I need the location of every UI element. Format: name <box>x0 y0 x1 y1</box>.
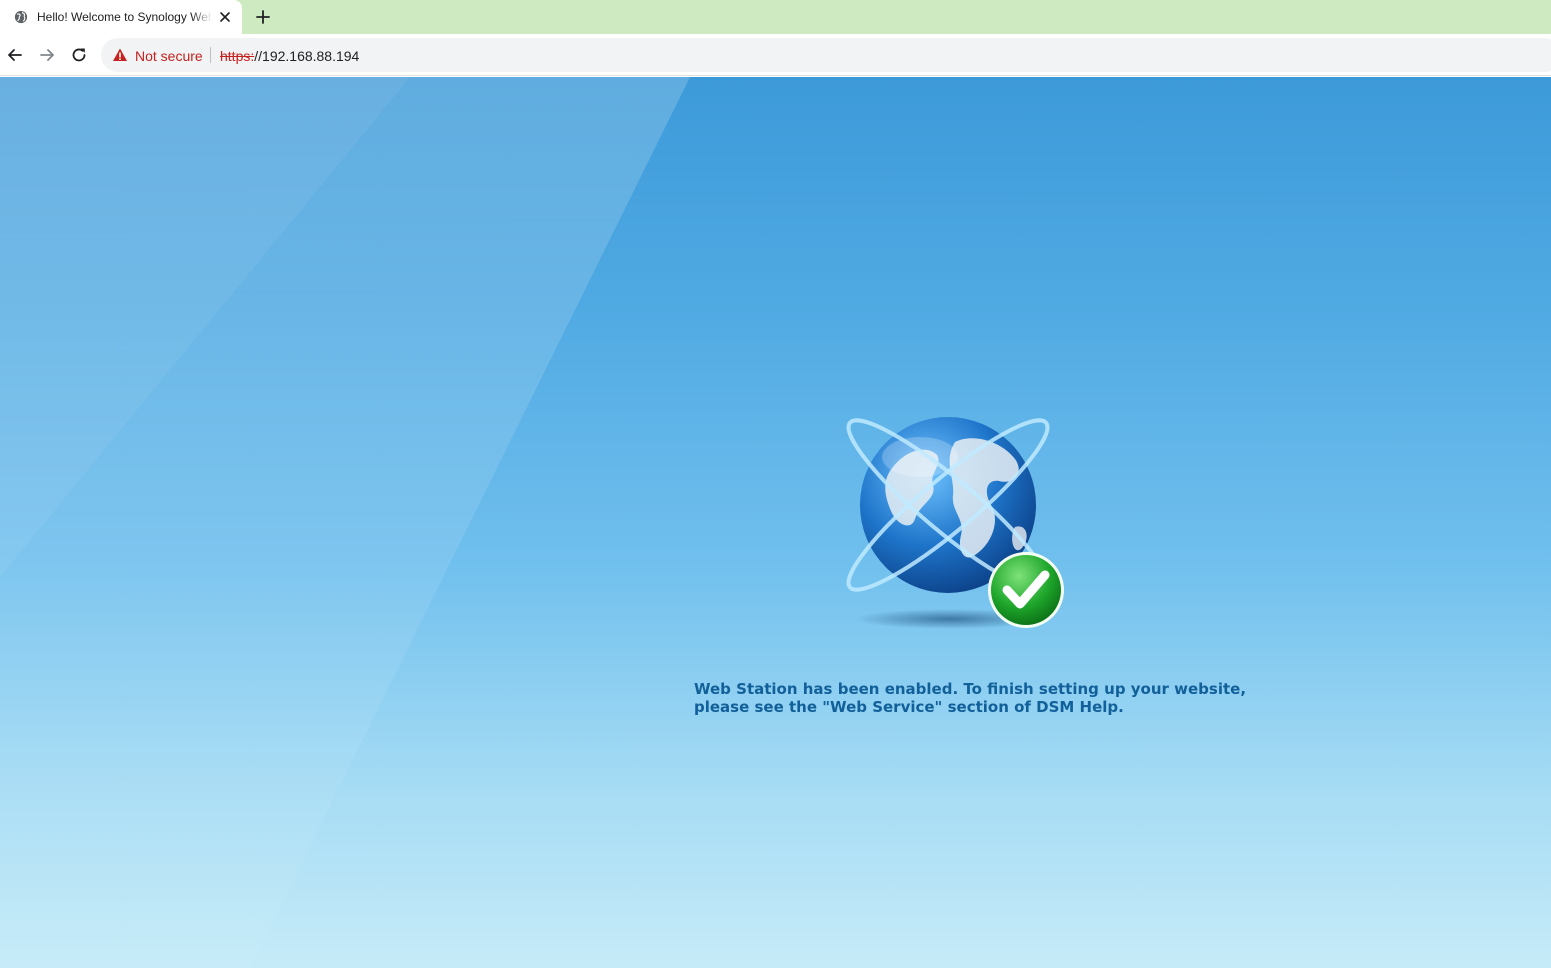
warning-triangle-icon[interactable] <box>112 47 128 63</box>
globe-icon <box>14 10 28 24</box>
background-sheen <box>0 77 690 968</box>
security-status-label[interactable]: Not secure <box>135 48 203 64</box>
arrow-right-icon[interactable] <box>37 45 57 65</box>
close-icon[interactable] <box>217 9 233 25</box>
tab-title: Hello! Welcome to Synology Web Station! <box>37 10 212 24</box>
welcome-message-line-1: Web Station has been enabled. To finish … <box>694 680 1247 698</box>
tab-strip: Hello! Welcome to Synology Web Station! <box>0 0 1551 34</box>
url-scheme: https: <box>220 48 255 64</box>
reload-icon[interactable] <box>69 45 89 65</box>
browser-toolbar: Not secure https://192.168.88.194 <box>0 34 1551 76</box>
web-station-welcome-page: Web Station has been enabled. To finish … <box>0 77 1551 968</box>
welcome-message-line-2: please see the "Web Service" section of … <box>694 698 1124 716</box>
arrow-left-icon[interactable] <box>5 45 25 65</box>
omnibox-divider <box>210 47 211 63</box>
plus-icon[interactable] <box>253 7 273 27</box>
url-text[interactable]: https://192.168.88.194 <box>220 48 359 64</box>
browser-tab[interactable]: Hello! Welcome to Synology Web Station! <box>0 0 242 34</box>
url-host: //192.168.88.194 <box>254 48 360 64</box>
globe-with-checkmark-icon <box>846 417 1064 629</box>
welcome-message: Web Station has been enabled. To finish … <box>694 680 1294 716</box>
address-bar[interactable]: Not secure https://192.168.88.194 <box>101 38 1551 72</box>
